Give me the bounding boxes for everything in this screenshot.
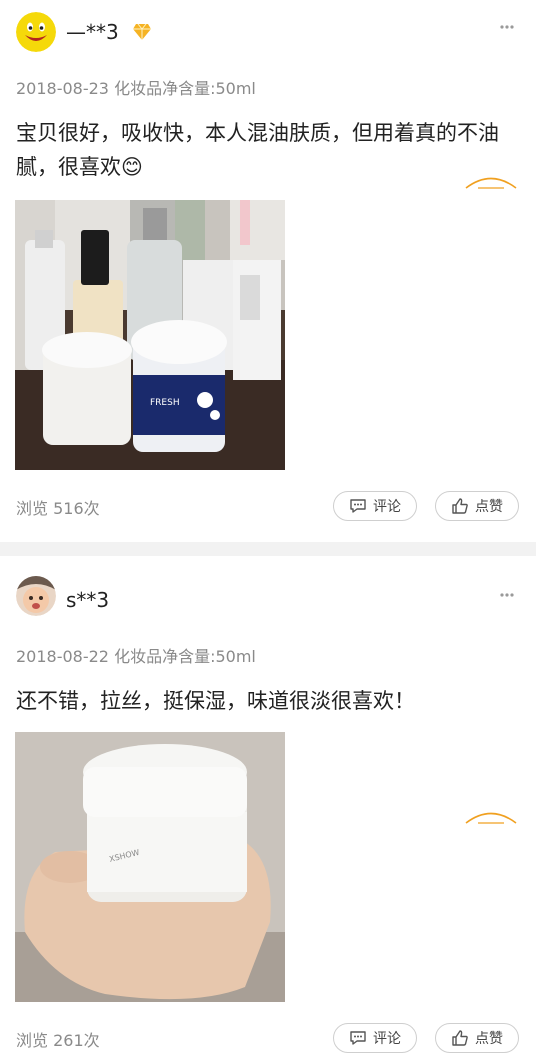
review-date: 2018-08-22	[16, 647, 109, 666]
like-button[interactable]: 点赞	[435, 1023, 519, 1053]
skincare-products-photo: FRESH	[15, 200, 285, 470]
product-spec: 化妆品净含量:50ml	[114, 647, 256, 666]
more-icon[interactable]	[500, 593, 514, 597]
thumbs-up-icon	[452, 1030, 468, 1046]
view-count: 浏览 516次	[16, 499, 100, 518]
comment-button[interactable]: 评论	[333, 491, 417, 521]
comment-icon	[350, 1031, 366, 1045]
review-meta: 2018-08-23 化妆品净含量:50ml	[16, 79, 256, 99]
review-photo[interactable]: FRESH	[15, 200, 285, 470]
review-card: s**3 2018-08-22 化妆品净含量:50ml 还不错，拉丝，挺保湿，味…	[0, 556, 536, 1062]
arc-decoration-icon	[465, 177, 517, 189]
review-date: 2018-08-23	[16, 79, 109, 98]
comment-label: 评论	[373, 1031, 401, 1047]
review-content: 还不错，拉丝，挺保湿，味道很淡很喜欢！	[16, 689, 415, 713]
username[interactable]: —**3	[66, 20, 119, 44]
diamond-vip-icon	[133, 23, 151, 40]
comment-icon	[350, 499, 366, 513]
arc-decoration-icon	[465, 812, 517, 824]
comment-button[interactable]: 评论	[333, 1023, 417, 1053]
like-button[interactable]: 点赞	[435, 491, 519, 521]
username[interactable]: s**3	[66, 588, 109, 612]
review-photo[interactable]: XSHOW	[15, 732, 285, 1002]
view-count: 浏览 261次	[16, 1031, 100, 1050]
more-icon[interactable]	[500, 25, 514, 29]
review-meta: 2018-08-22 化妆品净含量:50ml	[16, 647, 256, 667]
product-spec: 化妆品净含量:50ml	[114, 79, 256, 98]
like-label: 点赞	[475, 499, 503, 515]
review-separator	[0, 542, 536, 556]
smiley-avatar-icon	[16, 12, 56, 52]
thumbs-up-icon	[452, 498, 468, 514]
like-label: 点赞	[475, 1031, 503, 1047]
baby-avatar-icon	[16, 576, 56, 616]
review-card: —**3 2018-08-23 化妆品净含量:50ml 宝贝很好，吸收快，本人混…	[0, 0, 536, 542]
svg-text:FRESH: FRESH	[150, 398, 180, 408]
review-content: 宝贝很好，吸收快，本人混油肤质，但用着真的不油腻，很喜欢😊	[16, 121, 499, 179]
cream-jar-in-hand-photo: XSHOW	[15, 732, 285, 1002]
comment-label: 评论	[373, 499, 401, 515]
avatar[interactable]	[16, 12, 56, 52]
avatar[interactable]	[16, 576, 56, 616]
